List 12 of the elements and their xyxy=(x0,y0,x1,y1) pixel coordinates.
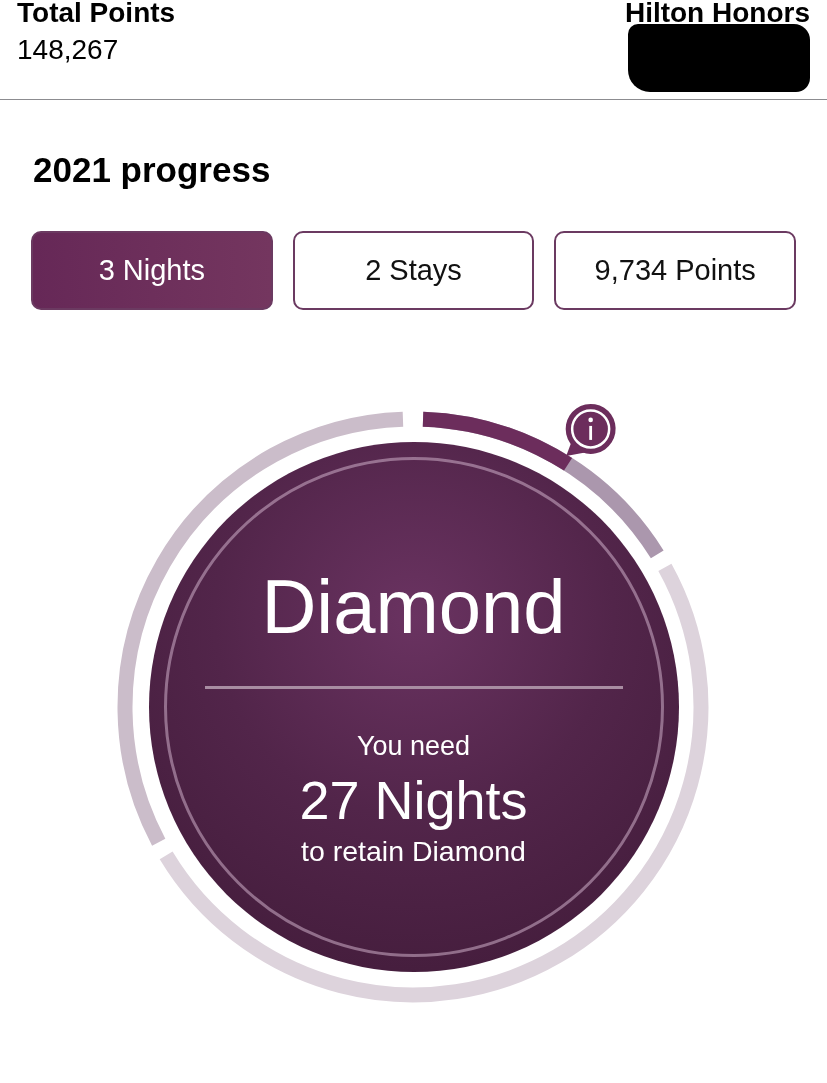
program-name: Hilton Honors xyxy=(624,0,810,26)
section-title: 2021 progress xyxy=(33,150,272,190)
total-points-value: 148,267 xyxy=(17,34,119,66)
retain-caption: to retain Diamond xyxy=(301,834,526,868)
nights-needed: 27 Nights xyxy=(299,771,528,829)
need-caption: You need xyxy=(356,730,471,762)
total-points-label: Total Points xyxy=(17,0,176,26)
progress-tab[interactable]: 2 Stays xyxy=(292,231,535,310)
progress-tab[interactable]: 9,734 Points xyxy=(554,231,796,310)
tier-name: Diamond xyxy=(261,569,566,645)
info-icon[interactable] xyxy=(565,403,616,456)
progress-tab[interactable]: 3 Nights xyxy=(31,231,273,310)
